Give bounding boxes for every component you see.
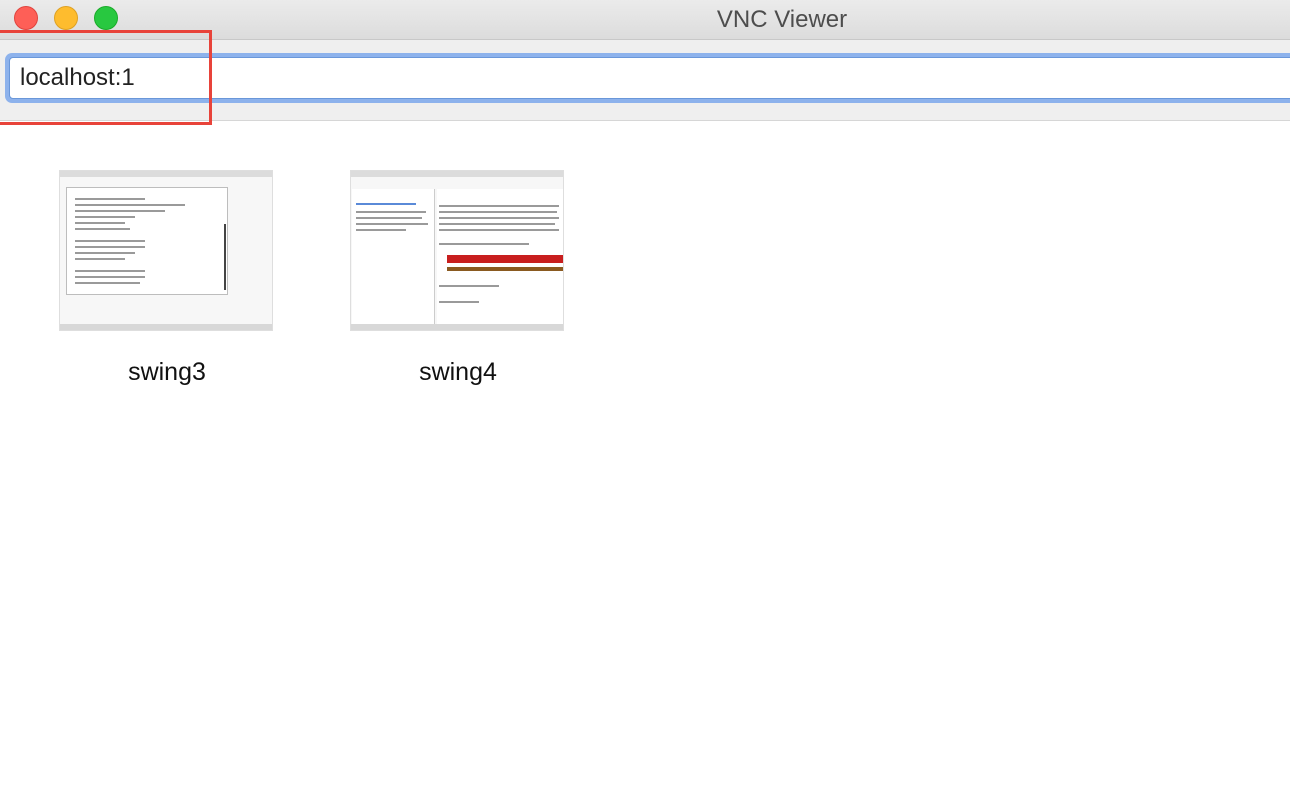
- thumbnail-progress-strip: [447, 267, 563, 271]
- address-input[interactable]: [9, 57, 1290, 99]
- connection-thumbnail[interactable]: [350, 170, 564, 331]
- connection-swing4[interactable]: swing4: [350, 170, 566, 387]
- thumbnail-taskbar: [351, 324, 563, 330]
- window-title: VNC Viewer: [716, 6, 848, 33]
- thumbnail-terminal-window: [66, 187, 228, 295]
- connection-thumbnail[interactable]: [59, 170, 273, 331]
- thumbnail-red-banner: [447, 255, 563, 263]
- connection-label: swing4: [419, 358, 497, 386]
- connection-swing3[interactable]: swing3: [59, 170, 275, 387]
- thumbnail-taskbar: [60, 324, 272, 330]
- thumbnail-menubar: [351, 171, 563, 177]
- search-focus-ring: [5, 53, 1290, 103]
- connection-label: swing3: [128, 358, 206, 386]
- title-bar: VNC Viewer: [0, 0, 1290, 40]
- toolbar: [0, 40, 1290, 121]
- thumbnail-ide-sidebar: [352, 189, 435, 325]
- thumbnail-menubar: [60, 171, 272, 177]
